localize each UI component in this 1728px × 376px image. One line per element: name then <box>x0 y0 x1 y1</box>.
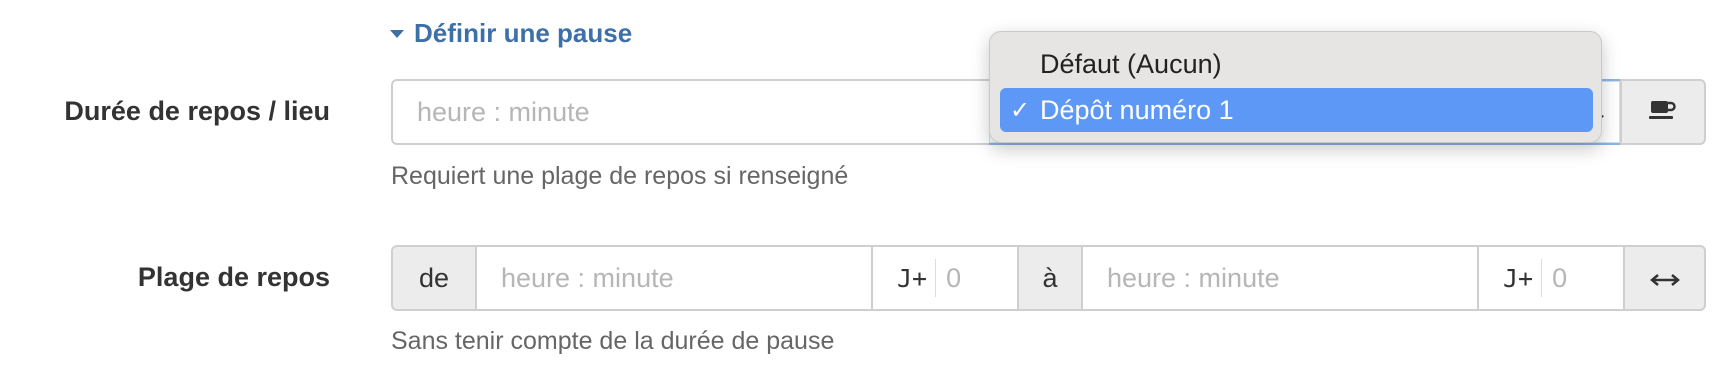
to-label: à <box>1042 262 1058 293</box>
divider <box>1541 259 1543 297</box>
rest-duration-label: Durée de repos / lieu <box>64 96 330 126</box>
to-day-offset-input[interactable]: J+ 0 <box>1477 245 1625 311</box>
location-dropdown-menu: Défaut (Aucun) ✓ Dépôt numéro 1 <box>989 31 1602 143</box>
from-time-placeholder: heure : minute <box>501 262 674 293</box>
location-option-depot-1[interactable]: ✓ Dépôt numéro 1 <box>1000 88 1593 132</box>
location-option-default[interactable]: Défaut (Aucun) <box>1000 42 1593 86</box>
from-addon: de <box>391 245 477 311</box>
from-day-offset-placeholder: 0 <box>946 262 962 293</box>
day-offset-prefix: J+ <box>897 263 928 293</box>
divider <box>935 259 937 297</box>
rest-duration-placeholder: heure : minute <box>417 96 590 127</box>
rest-duration-input[interactable]: heure : minute <box>391 79 989 145</box>
caret-down-icon <box>390 30 404 38</box>
to-addon: à <box>1017 245 1083 311</box>
to-day-offset-prefix: J+ <box>1503 263 1534 293</box>
to-time-input[interactable]: heure : minute <box>1081 245 1479 311</box>
rest-duration-help: Requiert une plage de repos si renseigné <box>391 162 849 190</box>
from-label: de <box>418 262 450 293</box>
option-label: Dépôt numéro 1 <box>1040 94 1234 125</box>
define-pause-toggle[interactable]: Définir une pause <box>390 14 632 52</box>
from-day-offset-input[interactable]: J+ 0 <box>871 245 1019 311</box>
swap-range-button[interactable] <box>1623 245 1706 311</box>
rest-range-label: Plage de repos <box>137 262 330 292</box>
coffee-break-button[interactable] <box>1620 79 1706 145</box>
to-day-offset-placeholder: 0 <box>1552 262 1568 293</box>
checkmark-icon: ✓ <box>1010 96 1031 124</box>
rest-range-help: Sans tenir compte de la durée de pause <box>391 327 835 355</box>
horizontal-arrows-icon <box>1649 263 1680 294</box>
from-time-input[interactable]: heure : minute <box>475 245 873 311</box>
option-label: Défaut (Aucun) <box>1040 48 1222 79</box>
define-pause-label: Définir une pause <box>414 17 633 48</box>
coffee-cup-icon <box>1648 98 1678 127</box>
to-time-placeholder: heure : minute <box>1107 262 1280 293</box>
